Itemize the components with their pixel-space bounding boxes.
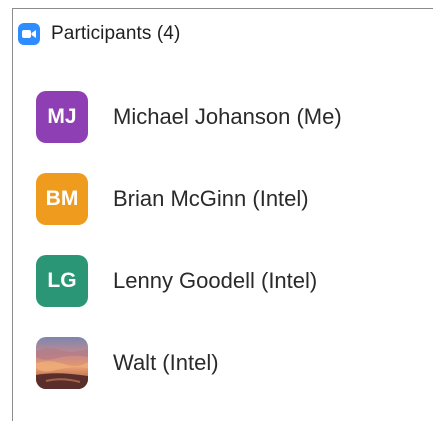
avatar-initials: MJ — [47, 105, 77, 128]
avatar-photo — [36, 337, 88, 389]
zoom-camera-icon — [18, 23, 40, 45]
participants-title: Participants (4) — [51, 23, 181, 44]
participant-row[interactable]: LG Lenny Goodell (Intel) — [36, 255, 317, 307]
participant-row[interactable]: Walt (Intel) — [36, 337, 219, 389]
avatar-initials: LG — [47, 269, 77, 292]
participant-name: Lenny Goodell (Intel) — [113, 268, 318, 293]
participant-name: Michael Johanson (Me) — [113, 104, 342, 129]
avatar-initials: BM — [45, 187, 79, 210]
avatar: MJ — [36, 91, 88, 143]
sunset-photo-icon — [36, 337, 88, 389]
participant-row[interactable]: MJ Michael Johanson (Me) — [36, 91, 342, 143]
participant-name: Walt (Intel) — [113, 350, 219, 375]
avatar: BM — [36, 173, 88, 225]
participants-header: Participants (4) — [18, 22, 180, 46]
participant-row[interactable]: BM Brian McGinn (Intel) — [36, 173, 309, 225]
participant-name: Brian McGinn (Intel) — [113, 186, 309, 211]
avatar: LG — [36, 255, 88, 307]
